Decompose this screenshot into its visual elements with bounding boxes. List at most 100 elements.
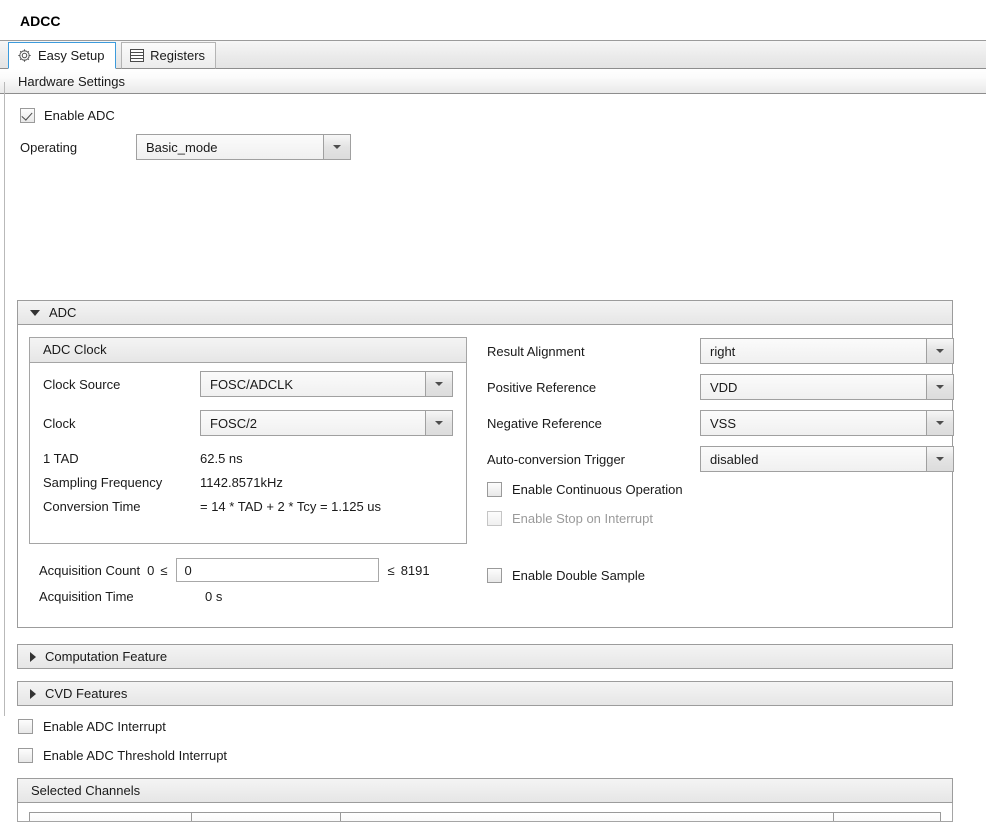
negative-reference-label: Negative Reference <box>487 415 602 431</box>
clock-combobox-arrow[interactable] <box>425 410 453 436</box>
auto-conversion-trigger-combobox-arrow[interactable] <box>926 446 954 472</box>
enable-adc-threshold-interrupt-row[interactable]: Enable ADC Threshold Interrupt <box>18 748 227 763</box>
acquisition-count-input[interactable]: 0 <box>175 558 379 582</box>
enable-adc-interrupt-checkbox[interactable] <box>18 719 33 734</box>
chevron-down-icon <box>936 421 944 425</box>
enable-double-sample-checkbox[interactable] <box>487 568 502 583</box>
chevron-down-icon <box>435 421 443 425</box>
negative-reference-row: Negative Reference VSS <box>487 410 954 436</box>
table-header-cell[interactable] <box>834 813 940 821</box>
conversion-time-value: = 14 * TAD + 2 * Tcy = 1.125 us <box>200 499 382 514</box>
acquisition-count-min: 0 <box>147 562 155 578</box>
enable-adc-interrupt-row[interactable]: Enable ADC Interrupt <box>18 719 166 734</box>
tab-easy-setup[interactable]: Easy Setup <box>8 42 116 69</box>
adc-section-body: ADC Clock Clock Source FOSC/ADCLK Clock … <box>17 325 954 628</box>
sampling-frequency-label: Sampling Frequency <box>43 475 163 490</box>
tab-registers[interactable]: Registers <box>121 42 217 69</box>
triangle-down-icon <box>30 309 40 316</box>
adc-section-header[interactable]: ADC <box>17 300 953 325</box>
selected-channels-header: Selected Channels <box>17 778 953 803</box>
tad-value: 62.5 ns <box>200 451 243 466</box>
acquisition-count-row: Acquisition Count 0 ≤ 0 ≤ 8191 <box>39 558 430 582</box>
chevron-down-icon <box>936 349 944 353</box>
acquisition-count-min-operator: ≤ <box>160 562 168 578</box>
result-alignment-label: Result Alignment <box>487 343 585 359</box>
computation-feature-label: Computation Feature <box>45 649 168 664</box>
positive-reference-label: Positive Reference <box>487 379 597 395</box>
clock-source-row: Clock Source FOSC/ADCLK <box>30 371 468 397</box>
result-alignment-combobox[interactable]: right <box>700 338 954 364</box>
table-header-cell[interactable] <box>341 813 835 821</box>
main-content: Enable ADC Operating Basic_mode ADC ADC … <box>0 106 986 822</box>
clock-source-label: Clock Source <box>43 376 121 392</box>
auto-conversion-trigger-combobox[interactable]: disabled <box>700 446 954 472</box>
enable-adc-checkbox[interactable] <box>20 107 35 123</box>
negative-reference-combobox[interactable]: VSS <box>700 410 954 436</box>
page-title: ADCC <box>20 13 61 29</box>
acquisition-count-max: 8191 <box>400 562 430 578</box>
adc-clock-title: ADC Clock <box>30 338 466 363</box>
negative-reference-combobox-value: VSS <box>700 410 926 436</box>
operating-combobox[interactable]: Basic_mode <box>136 134 351 160</box>
operating-combobox-value: Basic_mode <box>136 134 323 160</box>
adc-section: ADC ADC Clock Clock Source FOSC/ADCLK Cl… <box>17 300 954 628</box>
enable-adc-label: Enable ADC <box>44 107 115 123</box>
enable-double-sample-label: Enable Double Sample <box>512 568 645 583</box>
computation-feature-section-header[interactable]: Computation Feature <box>17 644 953 669</box>
cvd-features-section-header[interactable]: CVD Features <box>17 681 953 706</box>
operating-row: Operating Basic_mode <box>20 134 986 160</box>
window-left-edge <box>4 82 5 716</box>
auto-conversion-trigger-label: Auto-conversion Trigger <box>487 451 626 467</box>
result-alignment-combobox-arrow[interactable] <box>926 338 954 364</box>
operating-combobox-arrow[interactable] <box>323 134 351 160</box>
table-header-row <box>29 812 941 821</box>
result-alignment-combobox-value: right <box>700 338 926 364</box>
negative-reference-combobox-arrow[interactable] <box>926 410 954 436</box>
positive-reference-combobox-value: VDD <box>700 374 926 400</box>
gear-icon <box>17 48 32 63</box>
chevron-down-icon <box>435 382 443 386</box>
sampling-frequency-row: Sampling Frequency 1142.8571kHz <box>43 475 283 490</box>
chevron-down-icon <box>936 385 944 389</box>
positive-reference-row: Positive Reference VDD <box>487 374 954 400</box>
clock-source-combobox[interactable]: FOSC/ADCLK <box>200 371 453 397</box>
enable-adc-threshold-interrupt-label: Enable ADC Threshold Interrupt <box>43 748 228 763</box>
tad-row: 1 TAD 62.5 ns <box>43 451 243 466</box>
acquisition-time-value: 0 s <box>205 589 223 604</box>
enable-continuous-operation-checkbox[interactable] <box>487 482 502 497</box>
triangle-right-icon <box>30 651 36 662</box>
enable-double-sample-row[interactable]: Enable Double Sample <box>487 568 645 583</box>
acquisition-count-label: Acquisition Count <box>39 562 141 578</box>
enable-adc-row[interactable]: Enable ADC <box>20 106 986 124</box>
conversion-time-label: Conversion Time <box>43 499 141 514</box>
clock-row: Clock FOSC/2 <box>30 410 468 436</box>
enable-continuous-operation-label: Enable Continuous Operation <box>512 482 683 497</box>
acquisition-count-max-operator: ≤ <box>387 562 395 578</box>
auto-conversion-trigger-row: Auto-conversion Trigger disabled <box>487 446 954 472</box>
selected-channels-table <box>17 803 953 822</box>
clock-source-combobox-value: FOSC/ADCLK <box>200 371 425 397</box>
table-header-cell[interactable] <box>192 813 342 821</box>
enable-stop-on-interrupt-row: Enable Stop on Interrupt <box>487 511 653 526</box>
enable-adc-threshold-interrupt-checkbox[interactable] <box>18 748 33 763</box>
clock-combobox[interactable]: FOSC/2 <box>200 410 453 436</box>
table-header-cell[interactable] <box>30 813 192 821</box>
positive-reference-combobox[interactable]: VDD <box>700 374 954 400</box>
enable-continuous-operation-row[interactable]: Enable Continuous Operation <box>487 482 683 497</box>
adc-clock-groupbox: ADC Clock Clock Source FOSC/ADCLK Clock … <box>29 337 467 544</box>
clock-combobox-value: FOSC/2 <box>200 410 425 436</box>
acquisition-time-row: Acquisition Time 0 s <box>39 589 222 604</box>
chevron-down-icon <box>936 457 944 461</box>
enable-stop-on-interrupt-label: Enable Stop on Interrupt <box>512 511 653 526</box>
auto-conversion-trigger-combobox-value: disabled <box>700 446 926 472</box>
enable-stop-on-interrupt-checkbox <box>487 511 502 526</box>
sampling-frequency-value: 1142.8571kHz <box>200 475 283 490</box>
selected-channels-title: Selected Channels <box>31 783 141 798</box>
acquisition-time-label: Acquisition Time <box>39 589 134 604</box>
hardware-settings-bar: Hardware Settings <box>0 69 986 94</box>
positive-reference-combobox-arrow[interactable] <box>926 374 954 400</box>
tab-strip: Easy Setup Registers <box>0 40 986 69</box>
clock-source-combobox-arrow[interactable] <box>425 371 453 397</box>
chevron-down-icon <box>333 145 341 149</box>
tab-easy-setup-label: Easy Setup <box>38 48 105 63</box>
